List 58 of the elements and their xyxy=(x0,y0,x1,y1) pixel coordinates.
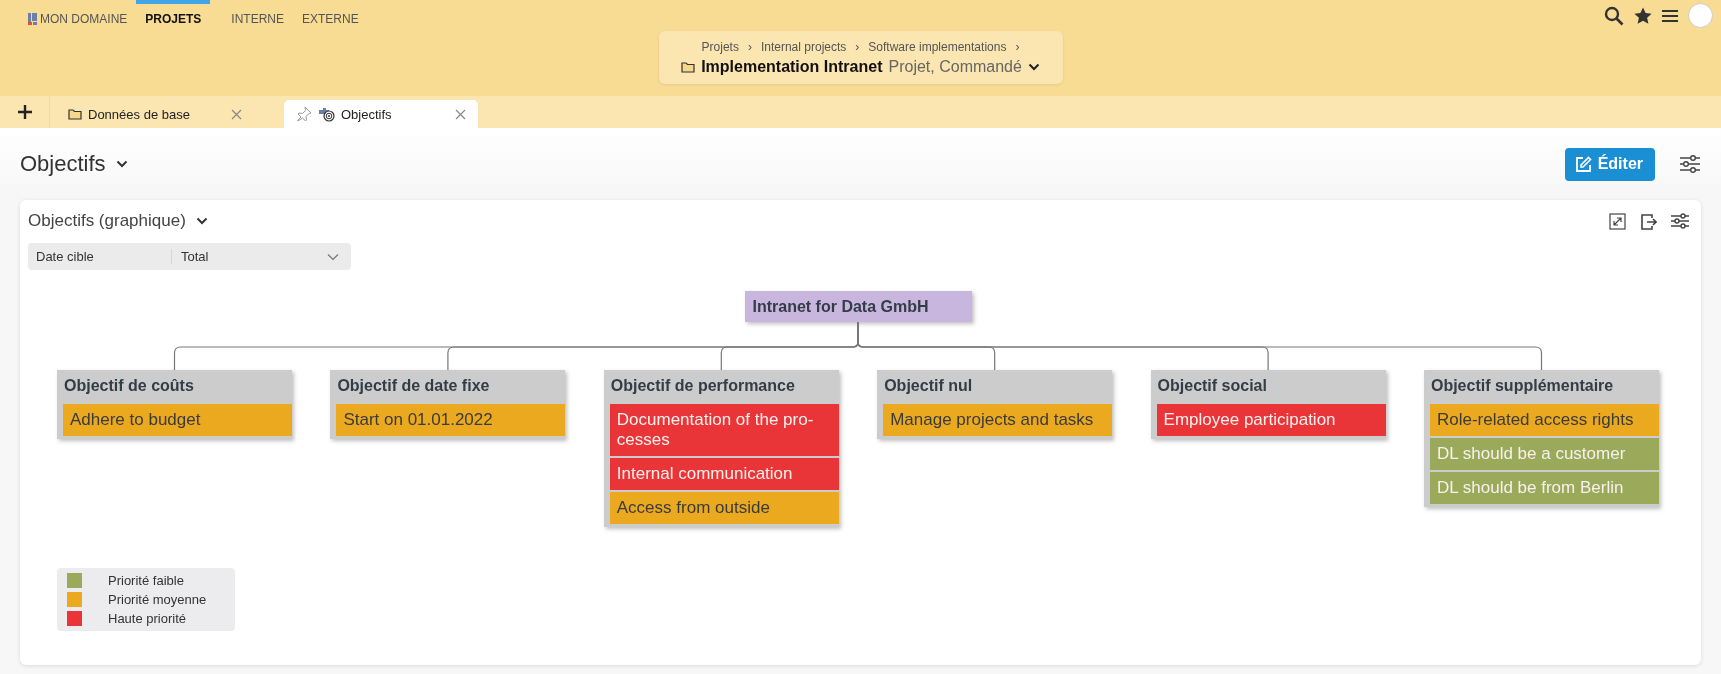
star-icon[interactable] xyxy=(1634,6,1652,25)
nav-tab[interactable]: MON DOMAINE xyxy=(19,0,137,30)
goal-group-title: Objectif nul xyxy=(883,376,974,396)
project-title: Implementation Intranet xyxy=(701,57,883,76)
legend-label: Priorité moyenne xyxy=(108,592,207,607)
expand-icon[interactable] xyxy=(1609,212,1626,230)
edit-button[interactable]: Éditer xyxy=(1564,147,1655,181)
goal-item: Documentation of the pro-cesses xyxy=(609,404,839,456)
nav-tab[interactable]: INTERNE xyxy=(222,0,294,30)
goal-group-title: Objectif de coûts xyxy=(63,376,195,396)
tab[interactable]: Objectifs xyxy=(284,100,478,128)
menu-icon[interactable] xyxy=(1662,8,1678,23)
breadcrumb-separator: › xyxy=(747,39,752,54)
domain-icon xyxy=(28,13,37,25)
goal-item: Employee participation xyxy=(1156,404,1386,436)
date-filter-dropdown[interactable]: Date cible Total xyxy=(28,243,351,270)
goal-item: DL should be from Berlin xyxy=(1429,472,1659,504)
nav-tab[interactable]: PROJETS xyxy=(136,0,211,30)
root-node: Intranet for Data GmbH xyxy=(744,291,972,322)
goal-group-title: Objectif de performance xyxy=(609,376,796,396)
chevron-down-icon[interactable] xyxy=(195,217,208,225)
pin-icon[interactable] xyxy=(296,106,312,122)
plus-icon xyxy=(16,104,33,120)
goal-item: DL should be a customer xyxy=(1429,438,1659,470)
chevron-down-icon xyxy=(327,253,339,261)
close-icon[interactable] xyxy=(455,108,466,120)
goal-item: Adhere to budget xyxy=(63,404,292,436)
goal-group-title: Objectif de date fixe xyxy=(336,376,491,396)
folder-icon xyxy=(681,60,696,73)
goal-item: Role-related access rights xyxy=(1429,404,1659,436)
nav-tab[interactable]: EXTERNE xyxy=(293,0,368,30)
legend-label: Haute priorité xyxy=(108,611,187,626)
goal-item: Manage projects and tasks xyxy=(883,404,1113,436)
export-icon[interactable] xyxy=(1640,212,1657,230)
project-status: Projet, Commandé xyxy=(888,57,1022,76)
breadcrumb-link[interactable]: Internal projects xyxy=(760,39,847,54)
folder-icon xyxy=(68,108,82,120)
settings-icon[interactable] xyxy=(1679,154,1701,174)
page-title-dropdown[interactable]: Objectifs xyxy=(20,151,128,177)
goal-item: Start on 01.01.2022 xyxy=(336,404,566,436)
breadcrumb-link[interactable]: Projets xyxy=(701,39,739,54)
card-title-dropdown[interactable]: Objectifs (graphique) xyxy=(28,211,208,231)
breadcrumb-link[interactable]: Software implementations xyxy=(868,39,1007,54)
breadcrumb-separator: › xyxy=(1015,39,1020,54)
settings-icon[interactable] xyxy=(1671,213,1689,229)
legend-label: Priorité faible xyxy=(108,573,184,588)
edit-icon xyxy=(1574,155,1592,173)
goal-group-title: Objectif social xyxy=(1156,376,1268,396)
goal-group-title: Objectif supplémentaire xyxy=(1429,376,1615,396)
close-icon[interactable] xyxy=(231,108,242,120)
chevron-down-icon[interactable] xyxy=(115,160,128,168)
goal-item: Access from outside xyxy=(609,492,839,524)
target-puzzle-icon xyxy=(318,106,335,122)
tab[interactable]: Données de base xyxy=(56,100,254,128)
search-icon[interactable] xyxy=(1604,5,1624,26)
goal-item: Internal communication xyxy=(609,458,839,490)
breadcrumb-separator: › xyxy=(855,39,860,54)
chevron-down-icon[interactable] xyxy=(1027,62,1040,71)
